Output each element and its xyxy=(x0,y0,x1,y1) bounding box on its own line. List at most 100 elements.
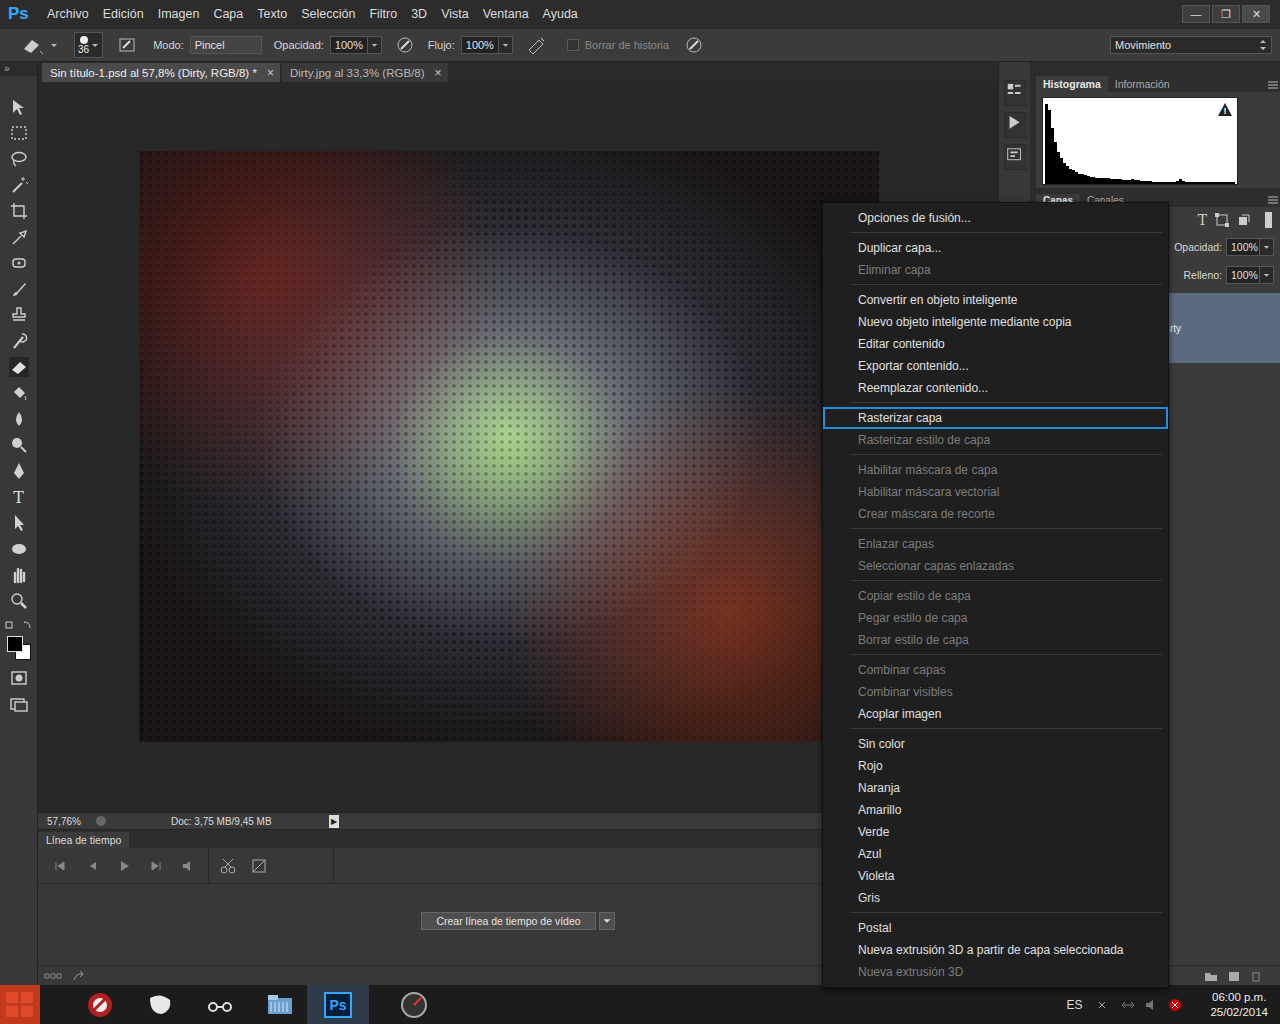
context-menu-item[interactable]: Rasterizar capa xyxy=(823,407,1168,429)
context-menu-item[interactable]: Verde xyxy=(823,821,1168,843)
window-button[interactable]: — xyxy=(1182,5,1210,23)
color-swatches[interactable] xyxy=(5,634,33,662)
steam-icon[interactable] xyxy=(205,990,235,1020)
context-menu-item[interactable]: Rojo xyxy=(823,755,1168,777)
context-menu-item[interactable]: Exportar contenido... xyxy=(823,355,1168,377)
context-menu-item[interactable]: Violeta xyxy=(823,865,1168,887)
mode-select[interactable]: Pincel xyxy=(190,36,262,54)
screen-mode-icon[interactable] xyxy=(9,694,29,714)
context-menu-item[interactable]: Azul xyxy=(823,843,1168,865)
menu-item[interactable]: Texto xyxy=(250,7,294,21)
window-button[interactable]: ❐ xyxy=(1212,5,1240,23)
warning-icon[interactable]: ! xyxy=(1218,103,1232,116)
zoom-tool-icon[interactable] xyxy=(9,591,29,611)
audio-icon[interactable] xyxy=(180,858,196,874)
collapse-toggle[interactable]: » xyxy=(0,62,37,76)
brush-panel-icon[interactable] xyxy=(117,35,137,55)
menu-item[interactable]: Selección xyxy=(294,7,362,21)
history-brush-icon[interactable] xyxy=(9,331,29,351)
context-menu-item[interactable]: Reemplazar contenido... xyxy=(823,377,1168,399)
pressure-size-icon[interactable] xyxy=(683,35,705,55)
delete-layer-icon[interactable] xyxy=(1250,970,1262,982)
foreground-color-swatch[interactable] xyxy=(7,636,23,652)
menu-item[interactable]: Capa xyxy=(206,7,250,21)
menu-item[interactable]: Ventana xyxy=(476,7,536,21)
clock[interactable]: 06:00 p.m.25/02/2014 xyxy=(1210,990,1268,1020)
menu-item[interactable]: Edición xyxy=(96,7,151,21)
window-button[interactable]: ✕ xyxy=(1242,5,1270,23)
document-tab[interactable]: Dirty.jpg al 33,3% (RGB/8)× xyxy=(282,63,448,82)
eraser-icon[interactable] xyxy=(20,35,44,55)
panel-tab[interactable]: Información xyxy=(1108,76,1177,92)
blur-tool-icon[interactable] xyxy=(9,409,29,429)
context-menu-item[interactable]: Nueva extrusión 3D a partir de capa sele… xyxy=(823,939,1168,961)
lasso-tool-icon[interactable] xyxy=(9,149,29,169)
create-timeline-button[interactable]: Crear línea de tiempo de vídeo xyxy=(421,912,595,930)
pen-tool-icon[interactable] xyxy=(9,461,29,481)
panel-menu-icon[interactable] xyxy=(1266,193,1280,207)
browser-icon[interactable] xyxy=(85,990,115,1020)
erase-history-checkbox[interactable] xyxy=(567,39,579,51)
language-indicator[interactable]: ES xyxy=(1066,998,1082,1012)
workspace-select[interactable]: Movimiento xyxy=(1110,36,1272,54)
brush-preset[interactable]: 36 xyxy=(74,32,103,58)
marquee-tool-icon[interactable] xyxy=(9,123,29,143)
type-tool[interactable]: T xyxy=(6,484,32,510)
dropdown-arrow-icon[interactable] xyxy=(499,36,513,54)
eraser-tool-icon[interactable] xyxy=(9,357,29,377)
document-tab[interactable]: Sin título-1.psd al 57,8% (Dirty, RGB/8)… xyxy=(42,63,280,82)
swap-colors-icon[interactable] xyxy=(4,620,34,632)
menu-item[interactable]: Imagen xyxy=(151,7,207,21)
photoshop-taskbar-icon[interactable]: Ps xyxy=(307,985,369,1024)
file-explorer-icon[interactable] xyxy=(265,990,295,1020)
alert-icon[interactable] xyxy=(1168,998,1184,1012)
filter-type[interactable]: T xyxy=(1198,212,1207,228)
filter-shape-icon[interactable] xyxy=(1215,213,1229,227)
tab-close[interactable]: × xyxy=(435,66,442,80)
context-menu-item[interactable]: Amarillo xyxy=(823,799,1168,821)
play-icon[interactable] xyxy=(116,858,132,874)
windows-logo-icon[interactable] xyxy=(0,985,40,1024)
ellipse-tool-icon[interactable] xyxy=(9,539,29,559)
brush-tool-icon[interactable] xyxy=(9,279,29,299)
status-menu-button[interactable]: ▶ xyxy=(329,815,339,828)
menu-item[interactable]: Archivo xyxy=(40,7,96,21)
context-menu-item[interactable]: Duplicar capa... xyxy=(823,237,1168,259)
timeline-tab[interactable]: Línea de tiempo xyxy=(38,832,129,848)
context-menu-item[interactable]: Postal xyxy=(823,917,1168,939)
actions-panel-icon[interactable] xyxy=(1004,112,1026,138)
opacity-field[interactable]: 100% xyxy=(330,36,368,54)
prev-frame-icon[interactable] xyxy=(84,858,100,874)
filter-toggle[interactable] xyxy=(1265,212,1272,228)
flow-field[interactable]: 100% xyxy=(461,36,499,54)
history-panel-icon[interactable] xyxy=(1004,80,1026,106)
speedometer-icon[interactable] xyxy=(399,990,429,1020)
dropdown-arrow-icon[interactable] xyxy=(1260,266,1274,284)
path-selection-icon[interactable] xyxy=(9,513,29,533)
menu-item[interactable]: Vista xyxy=(434,7,476,21)
dropdown-arrow-icon[interactable] xyxy=(599,912,615,930)
chat-icon[interactable] xyxy=(145,990,175,1020)
render-icon[interactable] xyxy=(44,970,62,982)
menu-item[interactable]: 3D xyxy=(404,7,434,21)
context-menu-item[interactable]: Editar contenido xyxy=(823,333,1168,355)
layer-opacity-field[interactable]: 100% xyxy=(1226,238,1260,256)
zoom-level[interactable]: 57,76% xyxy=(47,816,93,827)
new-group-icon[interactable] xyxy=(1204,970,1218,982)
convert-icon[interactable] xyxy=(72,970,86,982)
menu-item[interactable]: Ayuda xyxy=(536,7,585,21)
volume-icon[interactable] xyxy=(1144,998,1160,1012)
transition-icon[interactable] xyxy=(251,858,267,874)
crop-tool-icon[interactable] xyxy=(9,201,29,221)
layer-fill-field[interactable]: 100% xyxy=(1226,266,1260,284)
dropdown-arrow-icon[interactable] xyxy=(368,36,382,54)
dodge-tool-icon[interactable] xyxy=(9,435,29,455)
menu-item[interactable]: Filtro xyxy=(362,7,404,21)
magic-wand-icon[interactable] xyxy=(9,175,29,195)
healing-brush-icon[interactable] xyxy=(9,253,29,273)
context-menu-item[interactable]: Acoplar imagen xyxy=(823,703,1168,725)
panel-tab[interactable]: Histograma xyxy=(1036,76,1108,92)
network-icon[interactable] xyxy=(1120,998,1136,1012)
new-layer-icon[interactable] xyxy=(1228,970,1240,982)
context-menu-item[interactable]: Opciones de fusión... xyxy=(823,207,1168,229)
